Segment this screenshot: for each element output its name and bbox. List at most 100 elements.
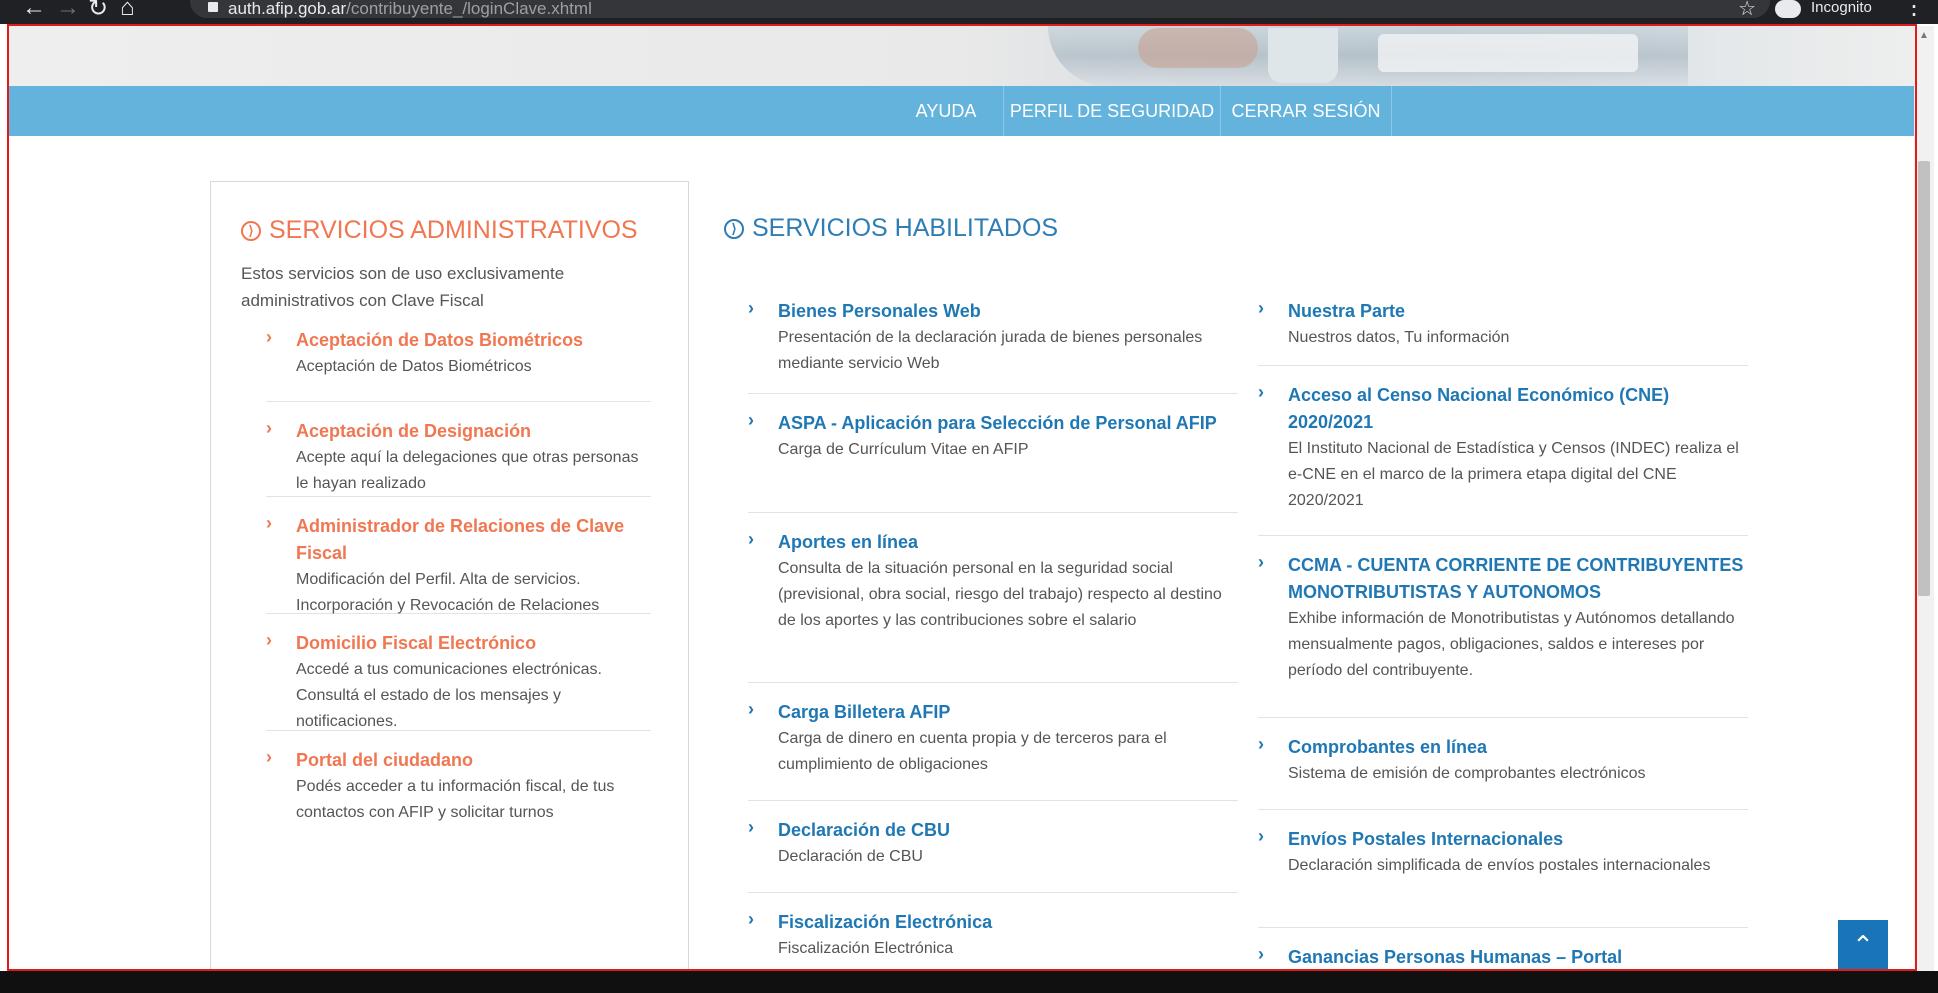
list-item: › Comprobantes en línea Sistema de emisi… [1258,718,1748,810]
scrollbar-thumb[interactable] [1918,161,1930,596]
home-icon[interactable]: ⌂ [120,0,135,22]
forward-arrow-icon[interactable]: → [56,0,80,22]
nav-cerrar-sesion[interactable]: CERRAR SESIÓN [1221,86,1391,136]
service-description: Fiscalización Electrónica [778,940,954,957]
chevron-right-icon: › [748,909,754,929]
service-link[interactable]: Portal del ciudadano [296,747,651,774]
service-link[interactable]: Nuestra Parte [1288,298,1748,325]
service-link[interactable]: Carga Billetera AFIP [778,699,1238,726]
enabled-services-column-1: › Bienes Personales Web Presentación de … [748,298,1238,962]
service-link[interactable]: Declaración de CBU [778,817,1238,844]
address-url[interactable]: auth.afip.gob.ar/contribuyente_/loginCla… [228,0,592,19]
service-link[interactable]: Aceptación de Datos Biométricos [296,327,651,354]
list-item: › Carga Billetera AFIP Carga de dinero e… [748,683,1238,801]
chevron-right-icon: › [1258,552,1264,572]
browser-toolbar: ← → ↻ ⌂ auth.afip.gob.ar/contribuyente_/… [0,0,1938,24]
service-link[interactable]: Fiscalización Electrónica [778,909,1238,936]
os-taskbar [0,971,1938,993]
enabled-services-heading: ⟩ SERVICIOS HABILITADOS [724,214,1058,243]
service-link[interactable]: Administrador de Relaciones de Clave Fis… [296,513,651,567]
service-description: Modificación del Perfil. Alta de servici… [296,571,600,614]
chevron-right-icon: › [748,529,754,549]
chevron-right-icon: › [266,418,272,438]
service-link[interactable]: Envíos Postales Internacionales [1288,826,1748,853]
back-arrow-icon[interactable]: ← [22,0,46,22]
service-description: Consulta de la situación personal en la … [778,560,1222,629]
list-item: › Envíos Postales Internacionales Declar… [1258,810,1748,928]
service-link[interactable]: Comprobantes en línea [1288,734,1748,761]
chevron-up-icon: ⌃ [1852,930,1874,960]
service-description: Carga de Currículum Vitae en AFIP [778,441,1029,458]
service-description: Sistema de emisión de comprobantes elect… [1288,765,1646,782]
service-link[interactable]: CCMA - CUENTA CORRIENTE DE CONTRIBUYENTE… [1288,552,1748,606]
service-link[interactable]: ASPA - Aplicación para Selección de Pers… [778,410,1238,437]
list-item: › ASPA - Aplicación para Selección de Pe… [748,394,1238,513]
back-to-top-button[interactable]: ⌃ [1838,920,1888,970]
list-item: › Aportes en línea Consulta de la situac… [748,513,1238,683]
admin-services-list: › Aceptación de Datos Biométricos Acepta… [266,327,651,826]
admin-services-heading: ⟩ SERVICIOS ADMINISTRATIVOS [241,216,638,245]
incognito-indicator[interactable]: Incognito [1775,0,1872,20]
address-bar[interactable]: auth.afip.gob.ar/contribuyente_/loginCla… [190,0,1770,21]
service-description: El Instituto Nacional de Estadística y C… [1288,440,1739,509]
chevron-right-icon: › [1258,734,1264,754]
chevron-right-icon: › [266,747,272,767]
circle-chevron-icon: ⟩ [724,218,744,239]
service-link[interactable]: Acceso al Censo Nacional Económico (CNE)… [1288,382,1748,436]
circle-chevron-icon: ⟩ [241,220,261,241]
chevron-right-icon: › [748,298,754,318]
chevron-right-icon: › [748,817,754,837]
page-viewport: AYUDA PERFIL DE SEGURIDAD CERRAR SESIÓN … [8,26,1916,971]
chevron-right-icon: › [1258,826,1264,846]
service-description: Podés acceder a tu información fiscal, d… [296,778,615,821]
chevron-right-icon: › [266,327,272,347]
nav-ayuda[interactable]: AYUDA [890,86,1002,136]
list-item: › Bienes Personales Web Presentación de … [748,298,1238,394]
list-item: › Aceptación de Designación Acepte aquí … [266,402,651,497]
list-item: › CCMA - CUENTA CORRIENTE DE CONTRIBUYEN… [1258,536,1748,718]
chevron-right-icon: › [266,513,272,533]
browser-menu-icon[interactable]: ⋮ [1902,0,1926,21]
list-item: › Acceso al Censo Nacional Económico (CN… [1258,366,1748,536]
bookmark-star-icon[interactable]: ☆ [1738,0,1756,21]
service-link[interactable]: Ganancias Personas Humanas – Portal [1288,944,1748,971]
nav-perfil-de-seguridad[interactable]: PERFIL DE SEGURIDAD [1004,86,1220,136]
lock-icon [208,2,218,12]
admin-services-intro: Estos servicios son de uso exclusivament… [241,264,565,310]
list-item: › Aceptación de Datos Biométricos Acepta… [266,327,651,402]
list-item: › Ganancias Personas Humanas – Portal [1258,928,1748,971]
list-item: › Administrador de Relaciones de Clave F… [266,497,651,614]
scroll-up-arrow-icon[interactable]: ▲ [1919,30,1929,41]
chevron-right-icon: › [748,699,754,719]
chevron-right-icon: › [748,410,754,430]
service-link[interactable]: Aportes en línea [778,529,1238,556]
list-item: › Nuestra Parte Nuestros datos, Tu infor… [1258,298,1748,366]
chevron-right-icon: › [1258,298,1264,318]
service-description: Presentación de la declaración jurada de… [778,329,1203,372]
page-scrollbar[interactable]: ▲ [1914,26,1934,971]
service-description: Declaración de CBU [778,848,923,865]
chevron-right-icon: › [1258,944,1264,964]
top-nav-bar: AYUDA PERFIL DE SEGURIDAD CERRAR SESIÓN [8,86,1916,136]
list-item: › Domicilio Fiscal Electrónico Accedé a … [266,614,651,731]
list-item: › Fiscalización Electrónica Fiscalizació… [748,893,1238,962]
list-item: › Portal del ciudadano Podés acceder a t… [266,731,651,826]
chevron-right-icon: › [1258,382,1264,402]
admin-services-panel: ⟩ SERVICIOS ADMINISTRATIVOS Estos servic… [210,181,689,971]
service-link[interactable]: Bienes Personales Web [778,298,1238,325]
service-description: Declaración simplificada de envíos posta… [1288,857,1711,874]
service-description: Aceptación de Datos Biométricos [296,358,532,375]
service-description: Acepte aquí la delegaciones que otras pe… [296,449,639,492]
chevron-right-icon: › [266,630,272,650]
header-banner-image [8,26,1916,86]
service-link[interactable]: Aceptación de Designación [296,418,651,445]
service-description: Carga de dinero en cuenta propia y de te… [778,730,1167,773]
incognito-icon [1775,0,1801,18]
list-item: › Declaración de CBU Declaración de CBU [748,801,1238,893]
reload-icon[interactable]: ↻ [88,0,108,23]
enabled-services-column-2: › Nuestra Parte Nuestros datos, Tu infor… [1258,298,1748,971]
service-description: Exhibe información de Monotributistas y … [1288,610,1735,679]
service-link[interactable]: Domicilio Fiscal Electrónico [296,630,651,657]
service-description: Nuestros datos, Tu información [1288,329,1510,346]
service-description: Accedé a tus comunicaciones electrónicas… [296,661,602,730]
